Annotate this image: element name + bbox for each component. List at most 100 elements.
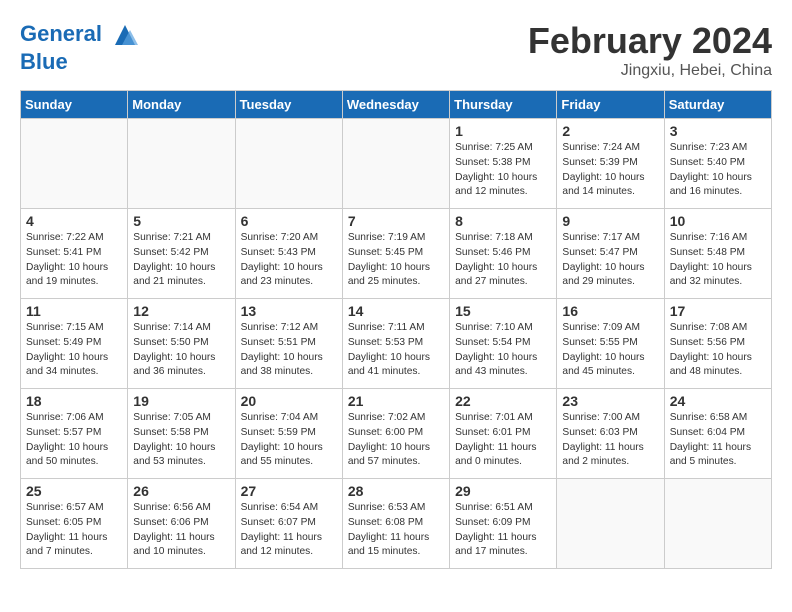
- day-info: Sunrise: 7:00 AM Sunset: 6:03 PM Dayligh…: [562, 411, 658, 470]
- day-info: Sunrise: 7:22 AM Sunset: 5:41 PM Dayligh…: [26, 231, 122, 290]
- calendar-week-row: 25 Sunrise: 6:57 AM Sunset: 6:05 PM Dayli…: [21, 479, 772, 569]
- weekday-header: Sunday: [21, 91, 128, 119]
- location: Jingxiu, Hebei, China: [528, 62, 772, 80]
- calendar-day-cell: 9 Sunrise: 7:17 AM Sunset: 5:47 PM Daylig…: [557, 209, 664, 299]
- day-info: Sunrise: 6:53 AM Sunset: 6:08 PM Dayligh…: [348, 501, 444, 560]
- day-number: 20: [241, 393, 337, 409]
- title-area: February 2024 Jingxiu, Hebei, China: [528, 20, 772, 80]
- calendar-day-cell: 24 Sunrise: 6:58 AM Sunset: 6:04 PM Dayli…: [664, 389, 771, 479]
- day-number: 10: [670, 213, 766, 229]
- day-number: 18: [26, 393, 122, 409]
- calendar-day-cell: 27 Sunrise: 6:54 AM Sunset: 6:07 PM Dayli…: [235, 479, 342, 569]
- calendar-day-cell: 23 Sunrise: 7:00 AM Sunset: 6:03 PM Dayli…: [557, 389, 664, 479]
- calendar-day-cell: [21, 119, 128, 209]
- day-info: Sunrise: 6:58 AM Sunset: 6:04 PM Dayligh…: [670, 411, 766, 470]
- page-header: General Blue February 2024 Jingxiu, Hebe…: [20, 20, 772, 80]
- calendar-day-cell: 22 Sunrise: 7:01 AM Sunset: 6:01 PM Dayli…: [450, 389, 557, 479]
- calendar-day-cell: 21Sunrise: 7:02 AM Sunset: 6:00 PM Dayli…: [342, 389, 449, 479]
- day-number: 19: [133, 393, 229, 409]
- logo-text: General Blue: [20, 20, 140, 74]
- calendar-day-cell: 16Sunrise: 7:09 AM Sunset: 5:55 PM Dayli…: [557, 299, 664, 389]
- day-info: Sunrise: 7:11 AM Sunset: 5:53 PM Dayligh…: [348, 321, 444, 380]
- calendar-day-cell: 4 Sunrise: 7:22 AM Sunset: 5:41 PM Daylig…: [21, 209, 128, 299]
- logo-icon: [110, 20, 140, 50]
- calendar-day-cell: 26 Sunrise: 6:56 AM Sunset: 6:06 PM Dayli…: [128, 479, 235, 569]
- day-number: 1: [455, 123, 551, 139]
- day-info: Sunrise: 7:01 AM Sunset: 6:01 PM Dayligh…: [455, 411, 551, 470]
- day-info: Sunrise: 7:19 AM Sunset: 5:45 PM Dayligh…: [348, 231, 444, 290]
- calendar-day-cell: [235, 119, 342, 209]
- day-number: 12: [133, 303, 229, 319]
- day-number: 27: [241, 483, 337, 499]
- weekday-header: Monday: [128, 91, 235, 119]
- day-number: 5: [133, 213, 229, 229]
- day-number: 11: [26, 303, 122, 319]
- weekday-header: Saturday: [664, 91, 771, 119]
- day-info: Sunrise: 7:23 AM Sunset: 5:40 PM Dayligh…: [670, 141, 766, 200]
- calendar-day-cell: 15Sunrise: 7:10 AM Sunset: 5:54 PM Dayli…: [450, 299, 557, 389]
- weekday-header: Friday: [557, 91, 664, 119]
- day-number: 6: [241, 213, 337, 229]
- day-info: Sunrise: 7:20 AM Sunset: 5:43 PM Dayligh…: [241, 231, 337, 290]
- month-title: February 2024: [528, 20, 772, 62]
- day-info: Sunrise: 6:54 AM Sunset: 6:07 PM Dayligh…: [241, 501, 337, 560]
- weekday-header: Tuesday: [235, 91, 342, 119]
- calendar-day-cell: 18Sunrise: 7:06 AM Sunset: 5:57 PM Dayli…: [21, 389, 128, 479]
- day-info: Sunrise: 7:24 AM Sunset: 5:39 PM Dayligh…: [562, 141, 658, 200]
- day-info: Sunrise: 7:25 AM Sunset: 5:38 PM Dayligh…: [455, 141, 551, 200]
- calendar-day-cell: [342, 119, 449, 209]
- logo: General Blue: [20, 20, 140, 74]
- calendar-week-row: 1 Sunrise: 7:25 AM Sunset: 5:38 PM Daylig…: [21, 119, 772, 209]
- day-number: 24: [670, 393, 766, 409]
- calendar-day-cell: 5Sunrise: 7:21 AM Sunset: 5:42 PM Daylig…: [128, 209, 235, 299]
- day-info: Sunrise: 7:16 AM Sunset: 5:48 PM Dayligh…: [670, 231, 766, 290]
- day-info: Sunrise: 7:18 AM Sunset: 5:46 PM Dayligh…: [455, 231, 551, 290]
- day-number: 28: [348, 483, 444, 499]
- weekday-header: Wednesday: [342, 91, 449, 119]
- calendar-week-row: 18Sunrise: 7:06 AM Sunset: 5:57 PM Dayli…: [21, 389, 772, 479]
- calendar-day-cell: 25 Sunrise: 6:57 AM Sunset: 6:05 PM Dayli…: [21, 479, 128, 569]
- day-number: 7: [348, 213, 444, 229]
- weekday-header: Thursday: [450, 91, 557, 119]
- day-info: Sunrise: 7:05 AM Sunset: 5:58 PM Dayligh…: [133, 411, 229, 470]
- day-info: Sunrise: 7:15 AM Sunset: 5:49 PM Dayligh…: [26, 321, 122, 380]
- day-number: 9: [562, 213, 658, 229]
- calendar-day-cell: 8Sunrise: 7:18 AM Sunset: 5:46 PM Daylig…: [450, 209, 557, 299]
- day-info: Sunrise: 6:56 AM Sunset: 6:06 PM Dayligh…: [133, 501, 229, 560]
- day-number: 13: [241, 303, 337, 319]
- calendar-day-cell: 10 Sunrise: 7:16 AM Sunset: 5:48 PM Dayli…: [664, 209, 771, 299]
- calendar-day-cell: 14 Sunrise: 7:11 AM Sunset: 5:53 PM Dayli…: [342, 299, 449, 389]
- calendar-week-row: 11 Sunrise: 7:15 AM Sunset: 5:49 PM Dayli…: [21, 299, 772, 389]
- calendar-day-cell: 17 Sunrise: 7:08 AM Sunset: 5:56 PM Dayli…: [664, 299, 771, 389]
- calendar-day-cell: 13 Sunrise: 7:12 AM Sunset: 5:51 PM Dayli…: [235, 299, 342, 389]
- calendar-day-cell: [128, 119, 235, 209]
- day-number: 4: [26, 213, 122, 229]
- calendar-week-row: 4 Sunrise: 7:22 AM Sunset: 5:41 PM Daylig…: [21, 209, 772, 299]
- day-number: 26: [133, 483, 229, 499]
- day-info: Sunrise: 7:14 AM Sunset: 5:50 PM Dayligh…: [133, 321, 229, 380]
- day-number: 25: [26, 483, 122, 499]
- day-info: Sunrise: 7:12 AM Sunset: 5:51 PM Dayligh…: [241, 321, 337, 380]
- day-info: Sunrise: 7:04 AM Sunset: 5:59 PM Dayligh…: [241, 411, 337, 470]
- calendar-day-cell: 6 Sunrise: 7:20 AM Sunset: 5:43 PM Daylig…: [235, 209, 342, 299]
- day-number: 16: [562, 303, 658, 319]
- day-info: Sunrise: 7:08 AM Sunset: 5:56 PM Dayligh…: [670, 321, 766, 380]
- day-info: Sunrise: 7:17 AM Sunset: 5:47 PM Dayligh…: [562, 231, 658, 290]
- day-number: 22: [455, 393, 551, 409]
- calendar-day-cell: 7 Sunrise: 7:19 AM Sunset: 5:45 PM Daylig…: [342, 209, 449, 299]
- calendar-day-cell: 1 Sunrise: 7:25 AM Sunset: 5:38 PM Daylig…: [450, 119, 557, 209]
- calendar-day-cell: 11 Sunrise: 7:15 AM Sunset: 5:49 PM Dayli…: [21, 299, 128, 389]
- day-info: Sunrise: 6:57 AM Sunset: 6:05 PM Dayligh…: [26, 501, 122, 560]
- calendar-day-cell: 28 Sunrise: 6:53 AM Sunset: 6:08 PM Dayli…: [342, 479, 449, 569]
- logo-blue: Blue: [20, 49, 68, 74]
- day-number: 17: [670, 303, 766, 319]
- day-number: 15: [455, 303, 551, 319]
- logo-general: General: [20, 21, 102, 46]
- calendar-day-cell: 2 Sunrise: 7:24 AM Sunset: 5:39 PM Daylig…: [557, 119, 664, 209]
- day-number: 23: [562, 393, 658, 409]
- day-number: 2: [562, 123, 658, 139]
- day-number: 29: [455, 483, 551, 499]
- weekday-header-row: SundayMondayTuesdayWednesdayThursdayFrid…: [21, 91, 772, 119]
- calendar-day-cell: 3Sunrise: 7:23 AM Sunset: 5:40 PM Daylig…: [664, 119, 771, 209]
- day-number: 14: [348, 303, 444, 319]
